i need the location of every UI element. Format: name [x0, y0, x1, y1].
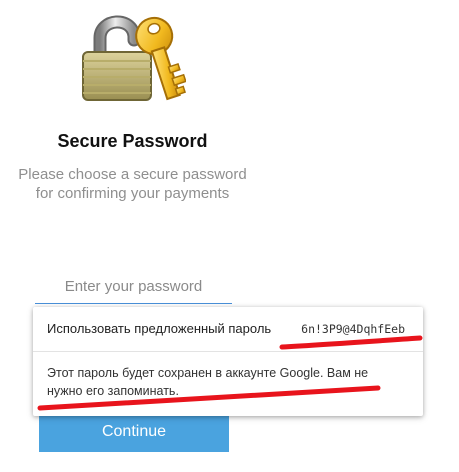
suggestion-label: Использовать предложенный пароль: [47, 321, 272, 336]
password-suggestion-popup: Использовать предложенный пароль 6n!3P9@…: [33, 307, 423, 416]
popup-divider: [33, 351, 423, 352]
page-title: Secure Password: [57, 131, 208, 151]
subtitle-line: Please choose a secure password: [18, 166, 247, 183]
page-subtitle: Please choose a secure password for conf…: [0, 165, 265, 203]
password-saved-note: Этот пароль будет сохранен в аккаунте Go…: [47, 366, 369, 398]
padlock-with-key-icon: [82, 15, 186, 101]
secure-password-page: Secure Password Please choose a secure p…: [0, 0, 459, 472]
password-input[interactable]: [35, 270, 232, 304]
continue-button[interactable]: Continue: [39, 412, 229, 452]
use-suggested-password-option[interactable]: Использовать предложенный пароль 6n!3P9@…: [33, 307, 423, 351]
suggested-password-value: 6n!3P9@4DqhfEeb: [301, 322, 405, 336]
subtitle-line: for confirming your payments: [35, 185, 230, 202]
